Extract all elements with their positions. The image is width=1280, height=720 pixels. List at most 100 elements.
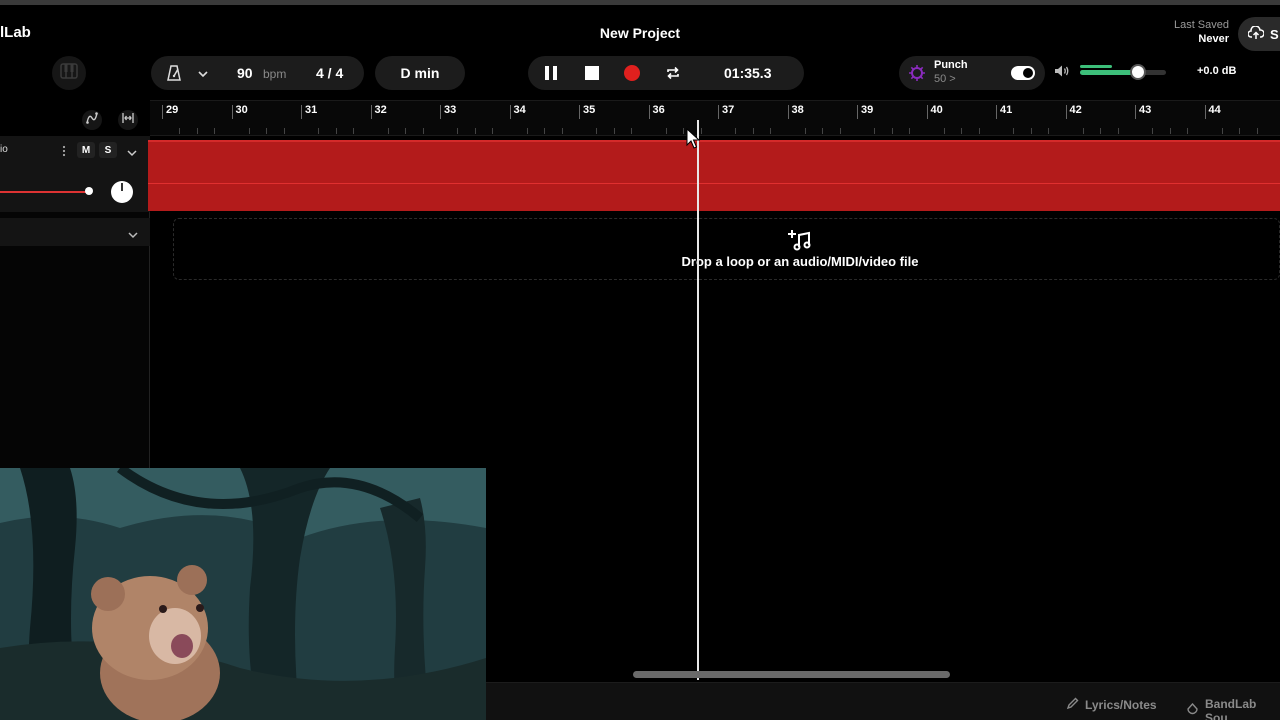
- last-saved-value: Never: [1198, 33, 1229, 45]
- bandlab-sounds-button[interactable]: BandLab Sou: [1186, 697, 1280, 720]
- ruler-bar-number: 31: [305, 104, 318, 116]
- master-volume-slider[interactable]: [1080, 64, 1166, 80]
- playhead[interactable]: [697, 120, 699, 680]
- ruler-beat-tick: [1239, 128, 1241, 134]
- ruler-bar-number: 38: [791, 104, 804, 116]
- ruler-bar-tick: [926, 105, 928, 119]
- punch-label[interactable]: Punch: [934, 59, 968, 71]
- ruler-beat-tick: [822, 128, 824, 134]
- ruler-bar-number: 29: [166, 104, 179, 116]
- add-track-row[interactable]: [0, 218, 150, 246]
- ruler-bar-number: 34: [513, 104, 526, 116]
- time-display[interactable]: 01:35.3: [724, 65, 771, 81]
- drag-handle-icon[interactable]: [61, 144, 67, 162]
- ruler-beat-tick: [318, 128, 320, 134]
- ruler-bar-number: 37: [722, 104, 735, 116]
- lyrics-notes-button[interactable]: Lyrics/Notes: [1066, 697, 1157, 713]
- mute-button[interactable]: M: [77, 142, 95, 158]
- cloud-upload-icon: [1247, 24, 1265, 43]
- punch-toggle[interactable]: [1011, 66, 1035, 80]
- mouse-cursor-icon: [686, 127, 701, 155]
- key-selector[interactable]: D min: [375, 56, 465, 90]
- ruler-bar-number: 35: [583, 104, 596, 116]
- ruler-beat-tick: [665, 128, 667, 134]
- piano-icon: [60, 62, 78, 84]
- ruler-beat-tick: [961, 128, 963, 134]
- ruler-bar-tick: [162, 105, 163, 119]
- ruler-beat-tick: [526, 128, 528, 134]
- ruler-beat-tick: [283, 128, 285, 134]
- save-label: S: [1270, 26, 1279, 42]
- punch-controls: Punch 50 >: [899, 56, 1045, 90]
- ruler-beat-tick: [353, 128, 355, 134]
- ruler-beat-tick: [492, 128, 494, 134]
- ruler-beat-tick: [874, 128, 876, 134]
- ruler-bar-tick: [857, 105, 858, 119]
- chevron-down-icon[interactable]: [197, 67, 209, 85]
- ruler-bar-number: 39: [861, 104, 874, 116]
- record-icon[interactable]: [624, 65, 640, 81]
- ruler-beat-tick: [1187, 128, 1189, 134]
- last-saved-label: Last Saved: [1173, 19, 1229, 31]
- ruler-bar-number: 32: [374, 104, 387, 116]
- ruler-beat-tick: [474, 128, 476, 134]
- ruler-beat-tick: [196, 128, 198, 134]
- metronome-icon[interactable]: [165, 64, 183, 87]
- horizontal-scrollbar[interactable]: [633, 671, 950, 678]
- ruler-beat-tick: [405, 128, 407, 134]
- track-volume-knob[interactable]: [85, 187, 93, 195]
- ruler-beat-tick: [1082, 128, 1084, 134]
- punch-settings-link[interactable]: 50 >: [934, 73, 956, 85]
- audio-clip[interactable]: [148, 140, 1280, 211]
- keyboard-toggle-button[interactable]: [52, 56, 86, 90]
- timeline-ruler[interactable]: 29 30 31 32 33 34 35 36 37 38 39 40 41 42 43 44: [150, 100, 1280, 136]
- ruler-beat-tick: [214, 128, 216, 134]
- ruler-beat-tick: [943, 128, 945, 134]
- volume-meter: [1080, 65, 1113, 68]
- fit-view-button[interactable]: [118, 110, 138, 130]
- ruler-beat-tick: [804, 128, 806, 134]
- drop-zone[interactable]: [173, 218, 1280, 280]
- bottom-bar: [486, 682, 1280, 720]
- automation-button[interactable]: [82, 110, 102, 130]
- ruler-beat-tick: [1100, 128, 1102, 134]
- ruler-beat-tick: [631, 128, 633, 134]
- project-title[interactable]: New Project: [0, 25, 1280, 41]
- ruler-bar-tick: [301, 105, 302, 119]
- webcam-overlay: [0, 468, 486, 720]
- ruler-beat-tick: [422, 128, 424, 134]
- track-volume-slider[interactable]: [0, 191, 88, 193]
- ruler-beat-tick: [978, 128, 980, 134]
- ruler-beat-tick: [1221, 128, 1223, 134]
- save-button[interactable]: S: [1238, 17, 1280, 51]
- waveform: [148, 183, 1280, 184]
- chevron-down-icon[interactable]: [127, 227, 139, 245]
- pan-knob[interactable]: [111, 181, 133, 203]
- ruler-bar-number: 36: [652, 104, 665, 116]
- lyrics-notes-label: Lyrics/Notes: [1085, 698, 1157, 712]
- ruler-bar-tick: [231, 105, 233, 119]
- pause-icon[interactable]: [543, 65, 559, 81]
- ruler-bar-tick: [1135, 105, 1136, 119]
- bpm-value[interactable]: 90: [237, 65, 253, 81]
- volume-knob[interactable]: [1130, 64, 1147, 80]
- chevron-down-icon[interactable]: [126, 145, 138, 163]
- ruler-beat-tick: [770, 128, 772, 134]
- ruler-beat-tick: [544, 128, 546, 134]
- sounds-icon: [1186, 702, 1199, 719]
- stop-icon[interactable]: [584, 65, 600, 81]
- last-saved-status: Last Saved Never: [1174, 18, 1229, 46]
- ruler-beat-tick: [839, 128, 841, 134]
- solo-button[interactable]: S: [99, 142, 117, 158]
- transport-controls: 01:35.3: [528, 56, 804, 90]
- ruler-bar-number: 40: [930, 104, 943, 116]
- loop-icon[interactable]: [665, 65, 681, 81]
- speaker-icon[interactable]: [1054, 64, 1070, 83]
- track-name[interactable]: io: [0, 144, 8, 155]
- ruler-bar-number: 44: [1208, 104, 1221, 116]
- ruler-beat-tick: [561, 128, 563, 134]
- ruler-bar-number: 33: [444, 104, 457, 116]
- tempo-controls: 90 bpm 4 / 4: [151, 56, 364, 90]
- track-header[interactable]: io M S: [0, 136, 150, 212]
- time-signature[interactable]: 4 / 4: [316, 65, 343, 81]
